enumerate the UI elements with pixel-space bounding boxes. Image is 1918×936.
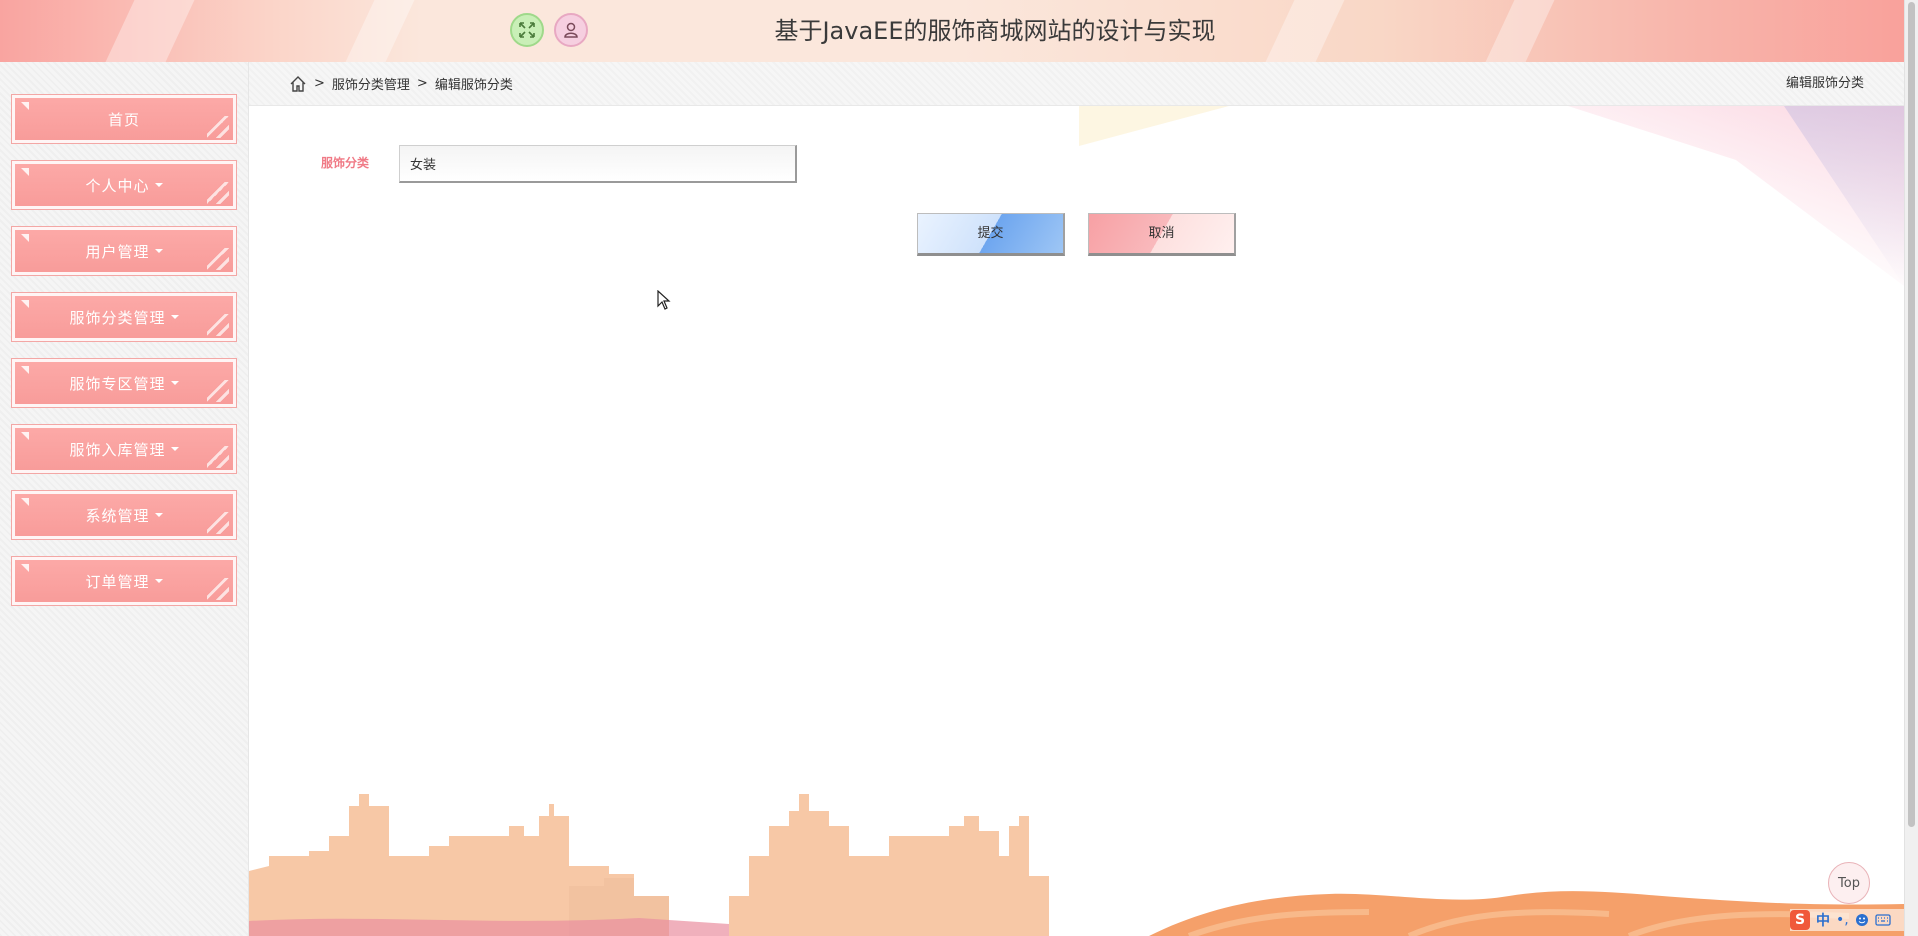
back-to-top-button[interactable]: Top	[1828, 862, 1870, 904]
sidebar-item-category-management-inner[interactable]: 服饰分类管理	[15, 296, 233, 338]
sidebar-item-zone-management[interactable]: 服饰专区管理	[11, 358, 237, 408]
ime-language-indicator[interactable]: 中	[1816, 910, 1830, 930]
breadcrumb: > 服饰分类管理 > 编辑服饰分类	[289, 62, 513, 105]
sidebar-item-system-management[interactable]: 系统管理	[11, 490, 237, 540]
main-content: 服饰分类 提交 取消	[249, 106, 1904, 936]
ime-punctuation-indicator[interactable]: •,	[1836, 912, 1849, 928]
app-header: 基于JavaEE的服饰商城网站的设计与实现	[0, 0, 1918, 62]
scrollbar-thumb[interactable]	[1908, 2, 1915, 827]
sidebar-item-user-management[interactable]: 用户管理	[11, 226, 237, 276]
sidebar-item-stock-management[interactable]: 服饰入库管理	[11, 424, 237, 474]
sidebar-item-stock-management-inner[interactable]: 服饰入库管理	[15, 428, 233, 470]
category-label: 服饰分类	[321, 156, 370, 170]
background-decoration	[1079, 106, 1229, 146]
breadcrumb-item-edit-category: 编辑服饰分类	[434, 78, 513, 93]
user-profile-button[interactable]	[554, 13, 588, 47]
breadcrumb-bar: > 服饰分类管理 > 编辑服饰分类 编辑服饰分类	[249, 62, 1904, 106]
sidebar-item-label: 订单管理	[85, 572, 150, 591]
sidebar-item-personal-center-inner[interactable]: 个人中心	[15, 164, 233, 206]
sogou-ime-icon[interactable]: S	[1790, 910, 1810, 930]
sidebar-item-label: 服饰分类管理	[69, 308, 166, 327]
user-icon	[564, 22, 578, 38]
sidebar-item-home-inner[interactable]: 首页	[15, 98, 233, 140]
category-input[interactable]	[399, 145, 797, 183]
header-decoration	[1485, 0, 1555, 62]
expand-arrows-icon	[519, 22, 535, 38]
breadcrumb-item-category-management[interactable]: 服饰分类管理	[332, 74, 410, 93]
caret-down-icon	[170, 315, 179, 319]
sidebar-item-label: 首页	[107, 110, 140, 129]
fullscreen-button[interactable]	[510, 13, 544, 47]
sidebar-item-label: 服饰入库管理	[69, 440, 166, 459]
submit-button[interactable]: 提交	[917, 213, 1065, 256]
ime-toolbar[interactable]: S 中 •,	[1790, 909, 1904, 931]
caret-down-icon	[154, 249, 163, 253]
page-title: 编辑服饰分类	[1785, 76, 1864, 91]
sidebar-item-order-management[interactable]: 订单管理	[11, 556, 237, 606]
sidebar-item-label: 用户管理	[85, 242, 150, 261]
sidebar-item-category-management[interactable]: 服饰分类管理	[11, 292, 237, 342]
header-decoration	[345, 0, 415, 62]
caret-down-icon	[154, 579, 163, 583]
sidebar-item-system-management-inner[interactable]: 系统管理	[15, 494, 233, 536]
mouse-cursor-icon	[657, 290, 671, 310]
site-title: 基于JavaEE的服饰商城网站的设计与实现	[774, 17, 1216, 45]
sidebar-item-label: 个人中心	[85, 176, 150, 195]
caret-down-icon	[154, 513, 163, 517]
sidebar-item-order-management-inner[interactable]: 订单管理	[15, 560, 233, 602]
caret-down-icon	[154, 183, 163, 187]
breadcrumb-separator: >	[314, 76, 325, 91]
sidebar-item-user-management-inner[interactable]: 用户管理	[15, 230, 233, 272]
header-decoration	[105, 0, 195, 62]
sidebar-item-label: 服饰专区管理	[69, 374, 166, 393]
sidebar-item-home[interactable]: 首页	[11, 94, 237, 144]
cancel-button[interactable]: 取消	[1088, 213, 1236, 256]
caret-down-icon	[170, 381, 179, 385]
caret-down-icon	[170, 447, 179, 451]
sidebar-item-label: 系统管理	[85, 506, 150, 525]
city-skyline-illustration	[249, 794, 1904, 936]
home-icon[interactable]	[289, 75, 307, 93]
emoji-icon[interactable]	[1855, 913, 1869, 927]
keyboard-icon[interactable]	[1875, 913, 1891, 927]
breadcrumb-separator: >	[416, 76, 428, 91]
sidebar: 首页 个人中心 用户管理 服饰分类管理 服饰专区管理 服饰入库管理 系统管理 订…	[0, 62, 249, 936]
vertical-scrollbar[interactable]	[1904, 0, 1918, 936]
sidebar-item-personal-center[interactable]: 个人中心	[11, 160, 237, 210]
sidebar-item-zone-management-inner[interactable]: 服饰专区管理	[15, 362, 233, 404]
